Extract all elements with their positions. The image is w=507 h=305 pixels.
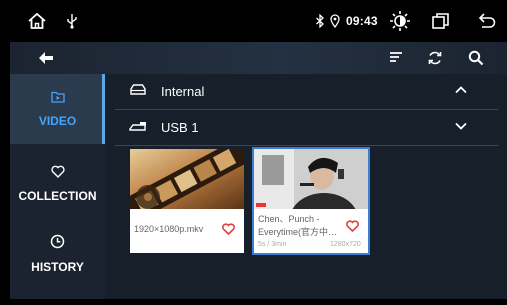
chevron-down-icon[interactable]	[454, 119, 468, 138]
sort-icon[interactable]	[384, 46, 408, 70]
video-thumbnail	[130, 149, 244, 209]
return-icon[interactable]	[476, 9, 498, 33]
sidebar-item-history[interactable]: HISTORY	[10, 224, 105, 284]
video-resolution: 1280x720	[330, 241, 361, 248]
video-thumbnail	[254, 149, 368, 209]
divider	[115, 145, 498, 146]
video-player-app: VIDEO COLLECTION HISTORY Internal USB 1 …	[10, 42, 507, 299]
search-icon[interactable]	[464, 46, 488, 70]
chevron-up-icon[interactable]	[454, 83, 468, 102]
clock-time: 09:43	[346, 14, 378, 28]
clock-icon	[50, 234, 65, 254]
video-duration: 5s / 3min	[258, 241, 287, 248]
storage-name: Internal	[161, 84, 205, 99]
video-folder-icon	[50, 90, 65, 108]
toolbar	[10, 42, 507, 74]
sidebar-item-label: HISTORY	[31, 260, 84, 274]
sidebar-item-collection[interactable]: COLLECTION	[10, 154, 105, 214]
heart-icon[interactable]	[346, 219, 359, 237]
sidebar-item-video[interactable]: VIDEO	[10, 74, 105, 144]
video-title: Chen、Punch -	[258, 214, 320, 224]
bluetooth-icon	[313, 9, 327, 33]
status-bar: 09:43	[0, 0, 507, 42]
usb-icon	[64, 9, 80, 33]
video-card-selected[interactable]: Chen、Punch - Everytime(官方中… 5s / 3min 12…	[252, 147, 370, 255]
usb-drive-icon	[129, 119, 149, 138]
heart-outline-icon	[50, 165, 65, 183]
sidebar-item-label: COLLECTION	[18, 189, 97, 203]
video-card[interactable]: 1920×1080p.mkv	[130, 149, 244, 253]
brightness-icon[interactable]	[388, 9, 412, 33]
refresh-icon[interactable]	[423, 46, 447, 70]
home-icon[interactable]	[24, 9, 50, 33]
heart-icon[interactable]	[222, 222, 235, 240]
sidebar: VIDEO COLLECTION HISTORY	[10, 74, 105, 299]
location-icon	[329, 9, 341, 33]
storage-row-internal[interactable]: Internal	[105, 74, 507, 109]
video-title: 1920×1080p.mkv	[134, 224, 204, 234]
window-icon[interactable]	[430, 9, 452, 33]
storage-name: USB 1	[161, 120, 199, 135]
sidebar-item-label: VIDEO	[38, 114, 77, 128]
drive-icon	[129, 83, 147, 102]
video-title-line2: Everytime(官方中…	[258, 227, 338, 237]
storage-row-usb[interactable]: USB 1	[105, 110, 507, 145]
back-icon[interactable]	[34, 46, 58, 70]
video-browser: Internal USB 1 1920×1080p.mkv Chen、Punch…	[105, 74, 507, 299]
